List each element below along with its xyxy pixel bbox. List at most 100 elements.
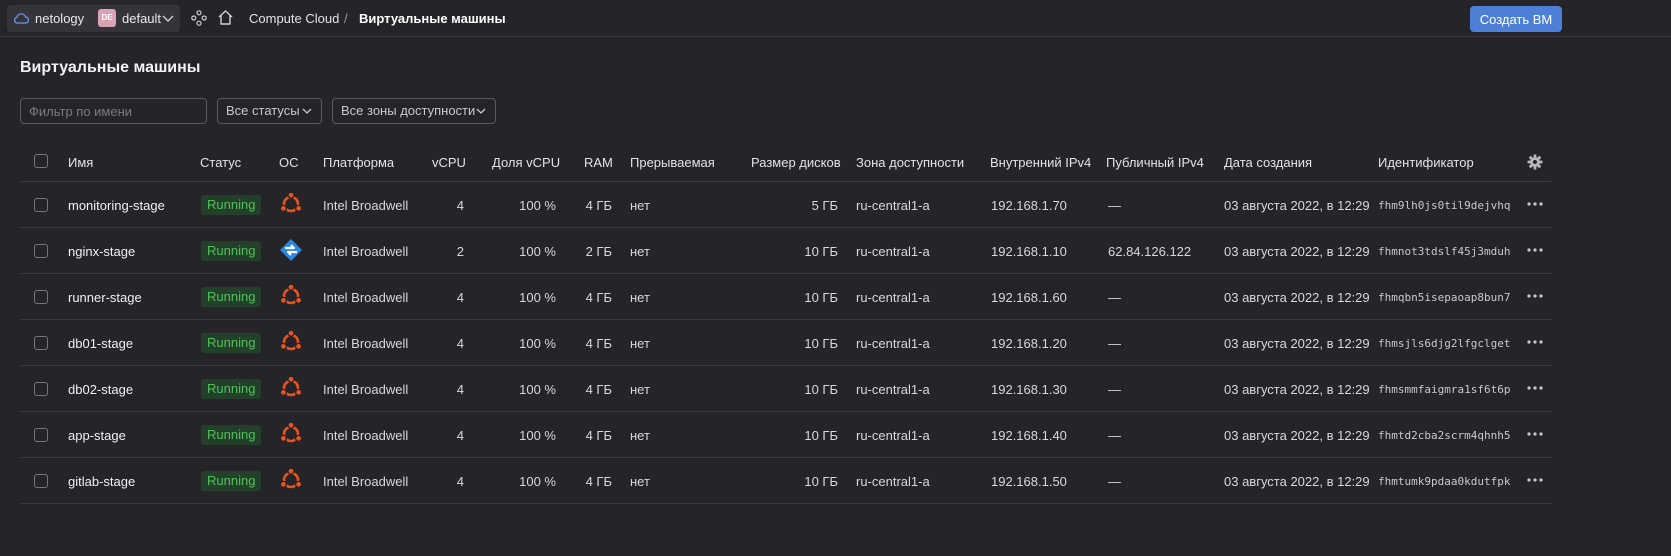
internal-ip: 192.168.1.60 xyxy=(991,290,1067,305)
folder-name: default xyxy=(122,11,162,26)
vcpu-share: 100 % xyxy=(519,474,556,489)
zone: ru-central1-a xyxy=(856,428,930,443)
column-platform[interactable]: Платформа xyxy=(323,155,394,170)
cloud-folder-selector[interactable]: netology DE default xyxy=(7,5,180,32)
more-actions-icon[interactable] xyxy=(1526,427,1544,441)
zone: ru-central1-a xyxy=(856,474,930,489)
vm-name[interactable]: monitoring-stage xyxy=(68,198,165,213)
column-os[interactable]: ОС xyxy=(279,155,299,170)
name-filter-input[interactable] xyxy=(20,98,207,124)
row-checkbox[interactable] xyxy=(34,244,48,258)
gear-icon[interactable] xyxy=(1527,154,1543,170)
chevron-down-icon xyxy=(302,108,312,114)
internal-ip: 192.168.1.30 xyxy=(991,382,1067,397)
disk-size: 10 ГБ xyxy=(804,244,838,259)
status-filter-select[interactable]: Все статусы xyxy=(217,98,322,124)
ram: 4 ГБ xyxy=(585,382,612,397)
preemptible: нет xyxy=(630,474,650,489)
vm-name[interactable]: db02-stage xyxy=(68,382,133,397)
ram: 4 ГБ xyxy=(585,198,612,213)
home-icon[interactable] xyxy=(217,9,234,26)
column-vcpu[interactable]: vCPU xyxy=(432,155,466,170)
vm-name[interactable]: nginx-stage xyxy=(68,244,135,259)
row-checkbox[interactable] xyxy=(34,382,48,396)
internal-ip: 192.168.1.20 xyxy=(991,336,1067,351)
row-checkbox[interactable] xyxy=(34,290,48,304)
preemptible: нет xyxy=(630,244,650,259)
more-actions-icon[interactable] xyxy=(1526,197,1544,211)
vm-name[interactable]: app-stage xyxy=(68,428,126,443)
vcpu-share: 100 % xyxy=(519,336,556,351)
ram: 4 ГБ xyxy=(585,336,612,351)
public-ip: — xyxy=(1108,290,1121,305)
more-actions-icon[interactable] xyxy=(1526,243,1544,257)
vcpu: 4 xyxy=(456,428,464,443)
public-ip: — xyxy=(1108,428,1121,443)
select-all-checkbox[interactable] xyxy=(34,154,48,168)
column-ram[interactable]: RAM xyxy=(584,155,613,170)
table-row[interactable]: runner-stage Running Intel Broadwell 4 1… xyxy=(20,274,1551,320)
more-actions-icon[interactable] xyxy=(1526,473,1544,487)
vcpu-share: 100 % xyxy=(519,244,556,259)
table-row[interactable]: nginx-stage Running Intel Broadwell 2 10… xyxy=(20,228,1551,274)
vm-name[interactable]: gitlab-stage xyxy=(68,474,135,489)
vm-name[interactable]: runner-stage xyxy=(68,290,142,305)
column-preemptible[interactable]: Прерываемая xyxy=(630,155,715,170)
row-checkbox[interactable] xyxy=(34,428,48,442)
ram: 2 ГБ xyxy=(585,244,612,259)
create-vm-button[interactable]: Создать ВМ xyxy=(1470,6,1562,32)
vcpu: 4 xyxy=(456,336,464,351)
public-ip: — xyxy=(1108,382,1121,397)
row-checkbox[interactable] xyxy=(34,336,48,350)
disk-size: 10 ГБ xyxy=(804,290,838,305)
table-row[interactable]: app-stage Running Intel Broadwell 4 100 … xyxy=(20,412,1551,458)
disk-size: 10 ГБ xyxy=(804,428,838,443)
table-row[interactable]: gitlab-stage Running Intel Broadwell 4 1… xyxy=(20,458,1551,504)
vcpu-share: 100 % xyxy=(519,198,556,213)
column-created[interactable]: Дата создания xyxy=(1224,155,1312,170)
table-row[interactable]: monitoring-stage Running Intel Broadwell… xyxy=(20,182,1551,228)
status-badge: Running xyxy=(201,333,262,353)
status-filter-value: Все статусы xyxy=(226,103,300,118)
vm-id: fhmqbn5isepaoap8bun7 xyxy=(1378,291,1511,304)
column-status[interactable]: Статус xyxy=(200,155,241,170)
column-internal-ip[interactable]: Внутренний IPv4 xyxy=(990,155,1091,170)
table-row[interactable]: db01-stage Running Intel Broadwell 4 100… xyxy=(20,320,1551,366)
chevron-down-icon xyxy=(476,108,486,114)
more-actions-icon[interactable] xyxy=(1526,381,1544,395)
column-vcpu-share[interactable]: Доля vCPU xyxy=(492,155,560,170)
zone: ru-central1-a xyxy=(856,198,930,213)
column-public-ip[interactable]: Публичный IPv4 xyxy=(1106,155,1204,170)
ubuntu-icon xyxy=(279,284,303,305)
vcpu: 4 xyxy=(456,198,464,213)
platform: Intel Broadwell xyxy=(323,244,409,259)
services-hub-icon[interactable] xyxy=(191,10,207,26)
ram: 4 ГБ xyxy=(585,290,612,305)
row-checkbox[interactable] xyxy=(34,198,48,212)
preemptible: нет xyxy=(630,336,650,351)
breadcrumb-separator: / xyxy=(344,11,348,26)
preemptible: нет xyxy=(630,382,650,397)
vm-id: fhmnot3tdslf45j3mduh xyxy=(1378,245,1511,258)
column-disk-size[interactable]: Размер дисков xyxy=(751,155,841,170)
column-name[interactable]: Имя xyxy=(68,155,93,170)
public-ip: — xyxy=(1108,336,1121,351)
org-name: netology xyxy=(35,11,85,26)
vcpu: 2 xyxy=(456,244,464,259)
more-actions-icon[interactable] xyxy=(1526,289,1544,303)
vm-name[interactable]: db01-stage xyxy=(68,336,133,351)
table-row[interactable]: db02-stage Running Intel Broadwell 4 100… xyxy=(20,366,1551,412)
status-badge: Running xyxy=(201,379,262,399)
vcpu: 4 xyxy=(456,290,464,305)
column-id[interactable]: Идентификатор xyxy=(1378,155,1474,170)
zone-filter-select[interactable]: Все зоны доступности xyxy=(332,98,496,124)
internal-ip: 192.168.1.50 xyxy=(991,474,1067,489)
more-actions-icon[interactable] xyxy=(1526,335,1544,349)
breadcrumb-compute-cloud[interactable]: Compute Cloud xyxy=(249,11,339,26)
internal-ip: 192.168.1.40 xyxy=(991,428,1067,443)
disk-size: 10 ГБ xyxy=(804,474,838,489)
column-zone[interactable]: Зона доступности xyxy=(856,155,964,170)
public-ip: — xyxy=(1108,198,1121,213)
row-checkbox[interactable] xyxy=(34,474,48,488)
ram: 4 ГБ xyxy=(585,428,612,443)
